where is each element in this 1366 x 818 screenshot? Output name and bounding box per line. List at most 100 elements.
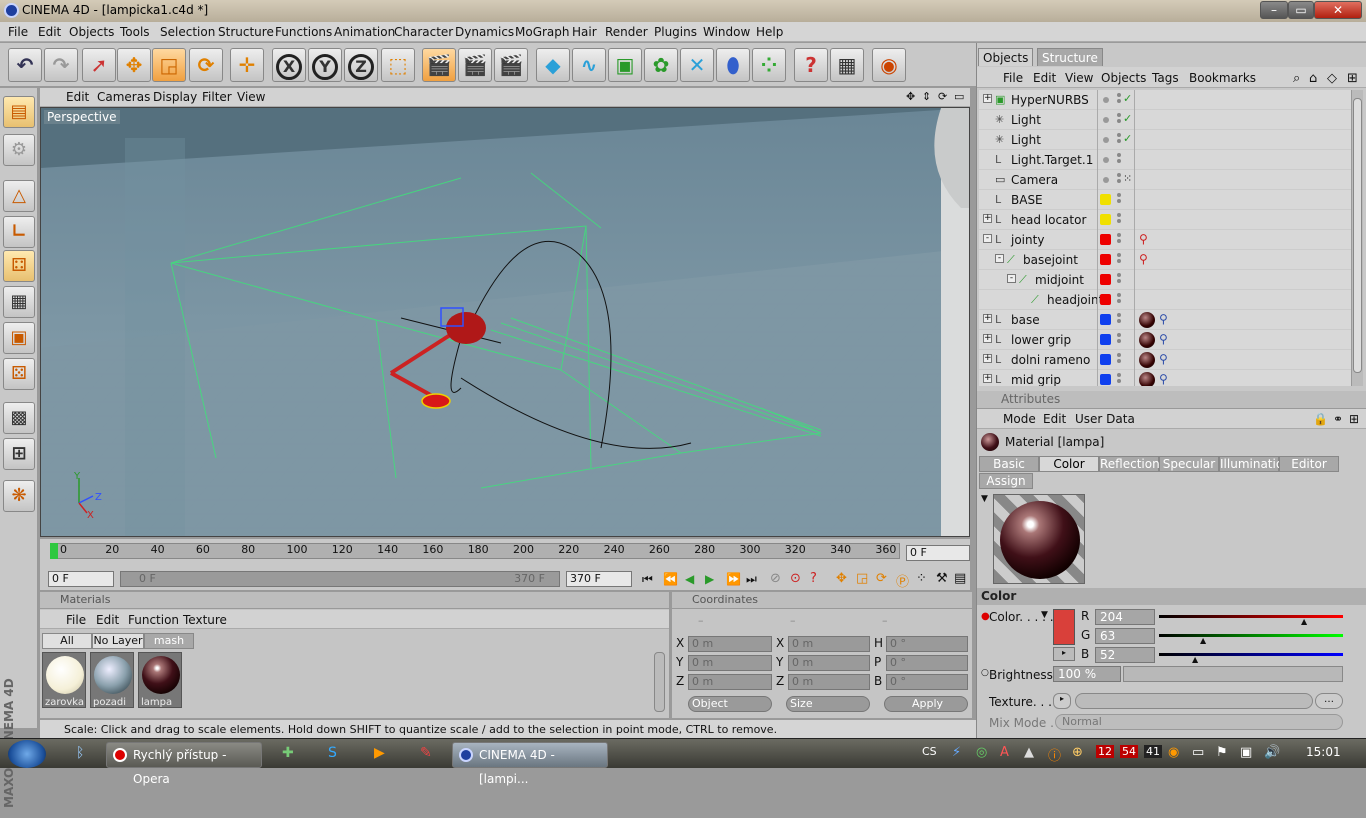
objects-menu-bookmarks[interactable]: Bookmarks (1189, 71, 1256, 85)
start-button[interactable] (8, 740, 46, 768)
timeline-playhead[interactable] (50, 543, 58, 559)
viewport-maximize-icon[interactable]: ▭ (954, 90, 964, 103)
menu-mograph[interactable]: MoGraph (515, 25, 570, 39)
world-coordinates-icon[interactable]: ✛ (230, 48, 264, 82)
expand-icon[interactable]: + (983, 314, 992, 323)
menu-plugins[interactable]: Plugins (654, 25, 697, 39)
brightness-slider[interactable] (1123, 666, 1343, 682)
model-mode-icon[interactable]: △ (3, 180, 35, 212)
tab-objects[interactable]: Objects (978, 48, 1034, 66)
filter-no-layer-tab[interactable]: No Layer (92, 633, 144, 649)
menu-functions[interactable]: Functions (275, 25, 332, 39)
lock-icon[interactable]: 🔒 (1313, 412, 1328, 426)
new-window-icon[interactable]: ⊞ (1347, 71, 1358, 86)
viewport-rotate-icon[interactable]: ⟳ (938, 90, 947, 103)
play-forward-icon[interactable]: ▶ (705, 572, 714, 586)
material-lampa[interactable]: lampa (138, 652, 182, 708)
expand-icon[interactable]: + (983, 214, 992, 223)
current-frame-field[interactable]: 0 F (906, 545, 970, 561)
object-name[interactable]: midjoint (1035, 273, 1084, 287)
object-axis-icon[interactable]: ∟ (3, 216, 35, 248)
layer-color-swatch[interactable] (1103, 117, 1109, 123)
color-picker-toggle[interactable]: ▸ (1053, 647, 1075, 661)
scene-icon[interactable]: ⬮ (716, 48, 750, 82)
layer-color-swatch[interactable] (1103, 177, 1109, 183)
search-icon[interactable]: ⌕ (1293, 71, 1300, 86)
taskbar-app-icon-1[interactable]: ✚ (282, 745, 294, 761)
undo-icon[interactable]: ↶ (8, 48, 42, 82)
timeline-ruler[interactable]: 0 20 40 60 80 100 120 140 160 180 200 220 240 260 280 3… (40, 539, 970, 569)
spline-icon[interactable]: ∿ (572, 48, 606, 82)
tab-color[interactable]: Color (1039, 456, 1099, 472)
blue-slider[interactable] (1159, 653, 1343, 656)
browser-icon[interactable]: ◉ (872, 48, 906, 82)
viewport-menu-display[interactable]: Display (153, 90, 197, 104)
menu-structure[interactable]: Structure (218, 25, 274, 39)
rotation-b-field[interactable]: 0 ° (886, 674, 968, 690)
enabled-check-icon[interactable]: ✓ (1123, 132, 1132, 145)
object-row[interactable]: + Llower grip ⚲ (979, 330, 1351, 350)
layer-color-swatch[interactable] (1100, 354, 1111, 365)
tab-illumination[interactable]: Illumination (1219, 456, 1291, 472)
object-row[interactable]: + ▣ HyperNURBS ✓ (979, 90, 1351, 110)
material-zarovka[interactable]: zarovka (42, 652, 86, 708)
object-name[interactable]: head locator (1011, 213, 1086, 227)
clock[interactable]: 15:01 (1306, 745, 1341, 759)
texture-slot[interactable] (1075, 693, 1313, 709)
size-x-field[interactable]: 0 m (788, 636, 870, 652)
preview-dropdown-icon[interactable]: ▼ (981, 494, 988, 504)
materials-menu-function[interactable]: Function (128, 613, 179, 627)
eye-icon[interactable]: ◇ (1327, 71, 1337, 86)
goto-start-icon[interactable]: ⏮ (642, 572, 653, 587)
tray-badge-2[interactable]: 54 (1120, 745, 1138, 758)
tray-flag-icon[interactable]: ⚑ (1216, 745, 1228, 760)
objects-menu-file[interactable]: File (1003, 71, 1023, 85)
size-y-field[interactable]: 0 m (788, 655, 870, 671)
visibility-toggle[interactable] (1117, 213, 1122, 225)
mixmode-select[interactable]: Normal (1055, 714, 1343, 730)
menu-window[interactable]: Window (703, 25, 750, 39)
layout-icon[interactable]: ▤ (3, 96, 35, 128)
enabled-check-icon[interactable]: ✓ (1123, 112, 1132, 125)
menu-file[interactable]: File (8, 25, 28, 39)
polygons-mode-icon[interactable]: ▣ (3, 322, 35, 354)
expand-icon[interactable]: + (983, 354, 992, 363)
object-row[interactable]: + Ldolni rameno ⚲ (979, 350, 1351, 370)
volume-icon[interactable]: 🔊 (1264, 745, 1280, 760)
record-icon[interactable]: ⊘ (770, 571, 781, 586)
red-slider-handle[interactable]: ▲ (1301, 617, 1307, 626)
menu-hair[interactable]: Hair (572, 25, 597, 39)
object-tree-scrollbar[interactable] (1351, 90, 1363, 386)
skype-icon[interactable]: S (328, 745, 337, 761)
tray-network-icon[interactable]: ◎ (976, 745, 987, 760)
language-indicator[interactable]: CS (922, 745, 937, 758)
object-tree-scroll-thumb[interactable] (1353, 98, 1362, 373)
visibility-toggle[interactable] (1117, 193, 1122, 205)
menu-objects[interactable]: Objects (69, 25, 114, 39)
maximize-button[interactable]: ▭ (1288, 1, 1314, 19)
ik-tag-icon[interactable]: ⚲ (1139, 232, 1148, 246)
x-axis-lock-button[interactable]: X (272, 48, 306, 82)
tray-badge-3[interactable]: 41 (1144, 745, 1162, 758)
viewport-zoom-icon[interactable]: ⇕ (922, 90, 931, 103)
snapping-icon[interactable]: ⊞ (3, 438, 35, 470)
objects-menu-edit[interactable]: Edit (1033, 71, 1056, 85)
menu-tools[interactable]: Tools (120, 25, 150, 39)
camera-tag-icon[interactable]: ⁙ (1123, 172, 1132, 185)
layer-color-swatch[interactable] (1100, 374, 1111, 385)
brightness-field[interactable]: 100 % (1053, 666, 1121, 682)
array-icon[interactable]: ✿ (644, 48, 678, 82)
green-value-field[interactable]: 63 (1095, 628, 1155, 644)
close-button[interactable]: ✕ (1314, 1, 1362, 19)
ik-tag-icon[interactable]: ⚲ (1159, 352, 1168, 366)
materials-menu-edit[interactable]: Edit (96, 613, 119, 627)
tray-shield-icon[interactable]: ⊕ (1072, 745, 1083, 760)
visibility-toggle[interactable] (1117, 133, 1122, 145)
redo-icon[interactable]: ↷ (44, 48, 78, 82)
material-tag-icon[interactable] (1139, 372, 1155, 386)
layer-color-swatch[interactable] (1100, 274, 1111, 285)
step-back-icon[interactable]: ⏪ (663, 572, 678, 586)
layer-color-swatch[interactable] (1103, 97, 1109, 103)
object-row[interactable]: + Lbase ⚲ (979, 310, 1351, 330)
taskbar-opera[interactable]: Rychlý přístup - Opera (106, 742, 262, 786)
